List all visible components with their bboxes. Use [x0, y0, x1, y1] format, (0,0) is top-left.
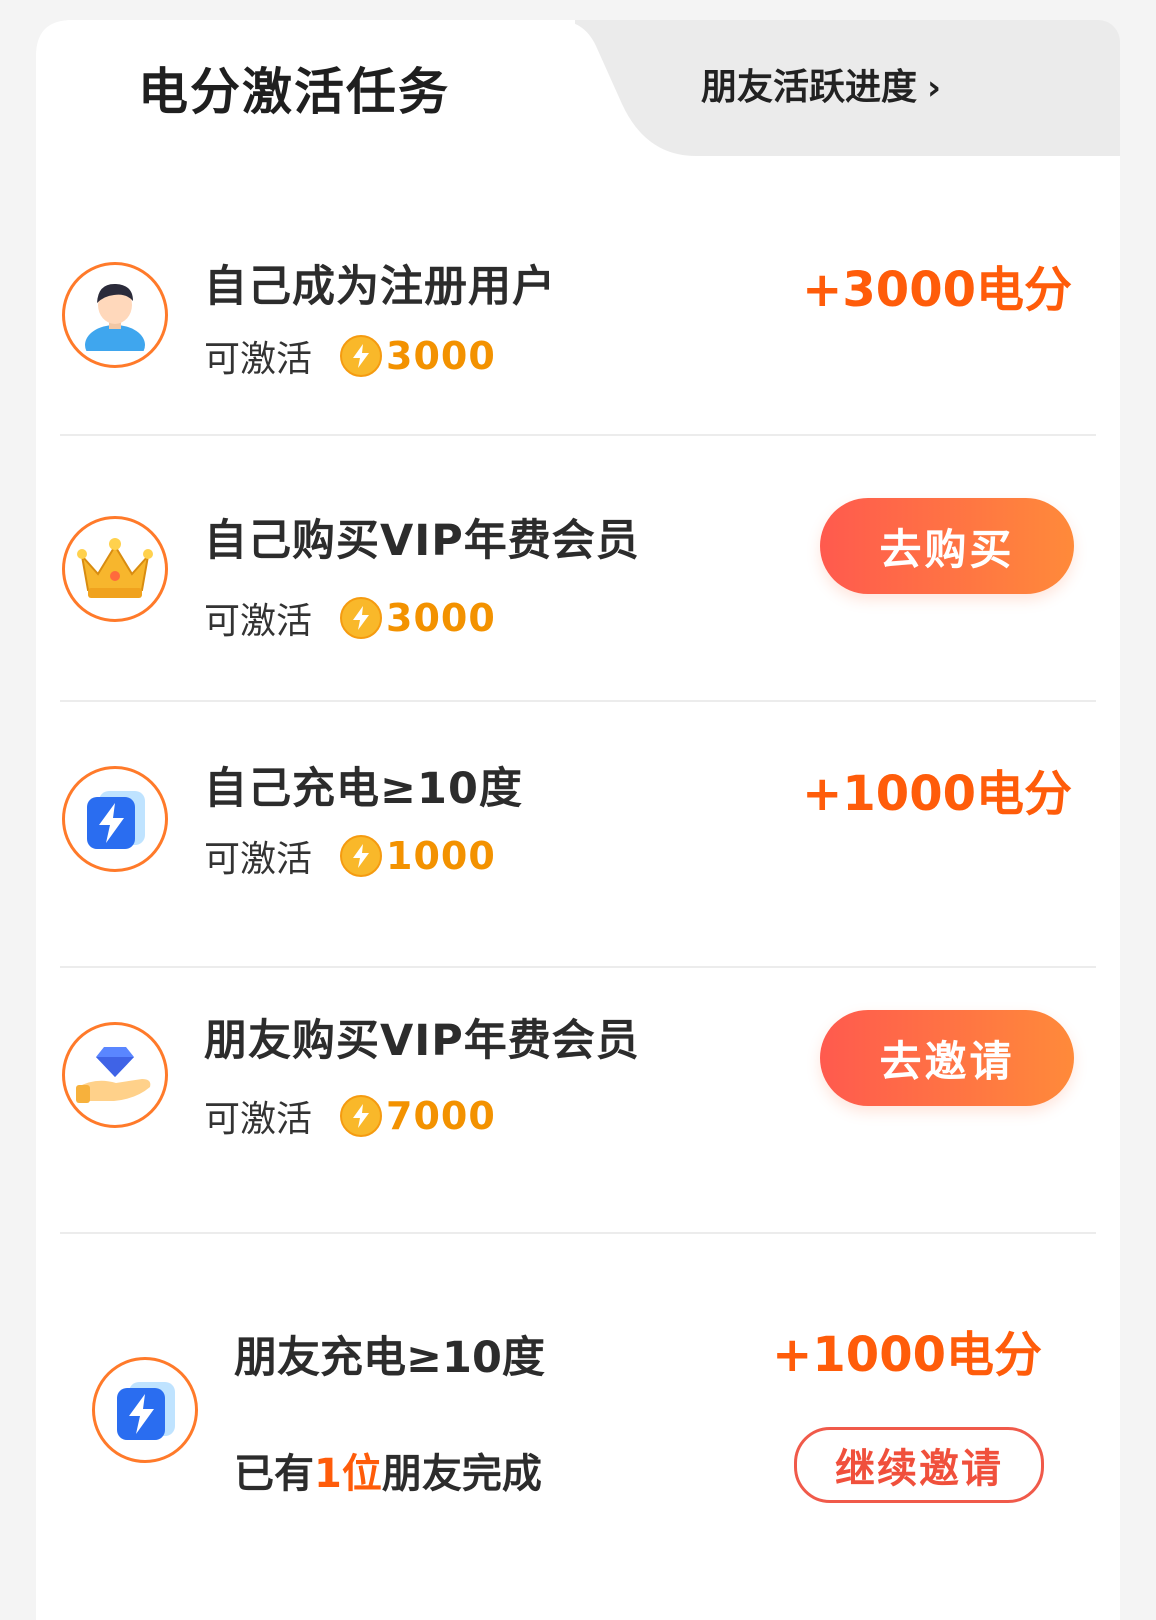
crown-icon: [62, 516, 168, 622]
page-title: 电分激活任务: [138, 63, 450, 121]
friend-progress: 已有1位朋友完成: [234, 1441, 542, 1499]
buy-button[interactable]: 去购买: [820, 498, 1074, 594]
progress-prefix: 已有: [234, 1451, 314, 1497]
task-name: 朋友购买VIP年费会员: [204, 1016, 640, 1066]
diamond-hand-icon: [62, 1022, 168, 1128]
reward-label: +3000电分: [802, 262, 1072, 318]
invite-button[interactable]: 去邀请: [820, 1010, 1074, 1106]
task-name: 自己成为注册用户: [204, 262, 556, 312]
activation-label: 可激活: [204, 601, 313, 642]
task-name: 自己购买VIP年费会员: [204, 516, 640, 566]
user-icon: [62, 262, 168, 368]
task-activation: 可激活 3000: [204, 330, 496, 382]
lightning-coin-icon: [340, 835, 383, 877]
tab-friend-activity-label: 朋友活跃进度: [701, 67, 918, 108]
activation-amount: 7000: [386, 1094, 496, 1138]
task-name: 自己充电≥10度: [204, 764, 523, 814]
lightning-coin-icon: [340, 597, 383, 639]
task-row: 朋友购买VIP年费会员 可激活 7000 去邀请: [36, 968, 1120, 1234]
task-activation: 可激活 7000: [204, 1090, 496, 1142]
charge-bolt-icon: [62, 766, 168, 872]
tab-activation-tasks[interactable]: 电分激活任务: [36, 20, 716, 190]
divider: [60, 1232, 1096, 1234]
friend-charge-task: 朋友充电≥10度 +1000电分 已有1位朋友完成 继续邀请: [36, 1245, 1120, 1600]
reward-label: +1000电分: [772, 1327, 1042, 1383]
lightning-coin-icon: [340, 335, 383, 377]
activation-amount: 3000: [386, 596, 496, 640]
task-activation: 可激活 1000: [204, 830, 496, 882]
task-activation: 可激活 3000: [204, 592, 496, 644]
activation-amount: 1000: [386, 834, 496, 878]
activation-amount: 3000: [386, 334, 496, 378]
activation-label: 可激活: [204, 339, 313, 380]
task-name: 朋友充电≥10度: [234, 1333, 545, 1383]
activation-label: 可激活: [204, 839, 313, 880]
chevron-right-icon: ›: [927, 68, 942, 108]
task-row: 自己购买VIP年费会员 可激活 3000 去购买: [36, 436, 1120, 702]
progress-suffix: 朋友完成: [381, 1451, 542, 1497]
task-row: 自己成为注册用户 可激活 3000 +3000电分: [36, 170, 1120, 436]
task-row: 自己充电≥10度 可激活 1000 +1000电分: [36, 702, 1120, 968]
activation-label: 可激活: [204, 1099, 313, 1140]
charge-bolt-icon: [92, 1357, 198, 1463]
continue-invite-button[interactable]: 继续邀请: [794, 1427, 1044, 1503]
reward-label: +1000电分: [802, 766, 1072, 822]
progress-count: 1位: [314, 1451, 382, 1497]
lightning-coin-icon: [340, 1095, 383, 1137]
